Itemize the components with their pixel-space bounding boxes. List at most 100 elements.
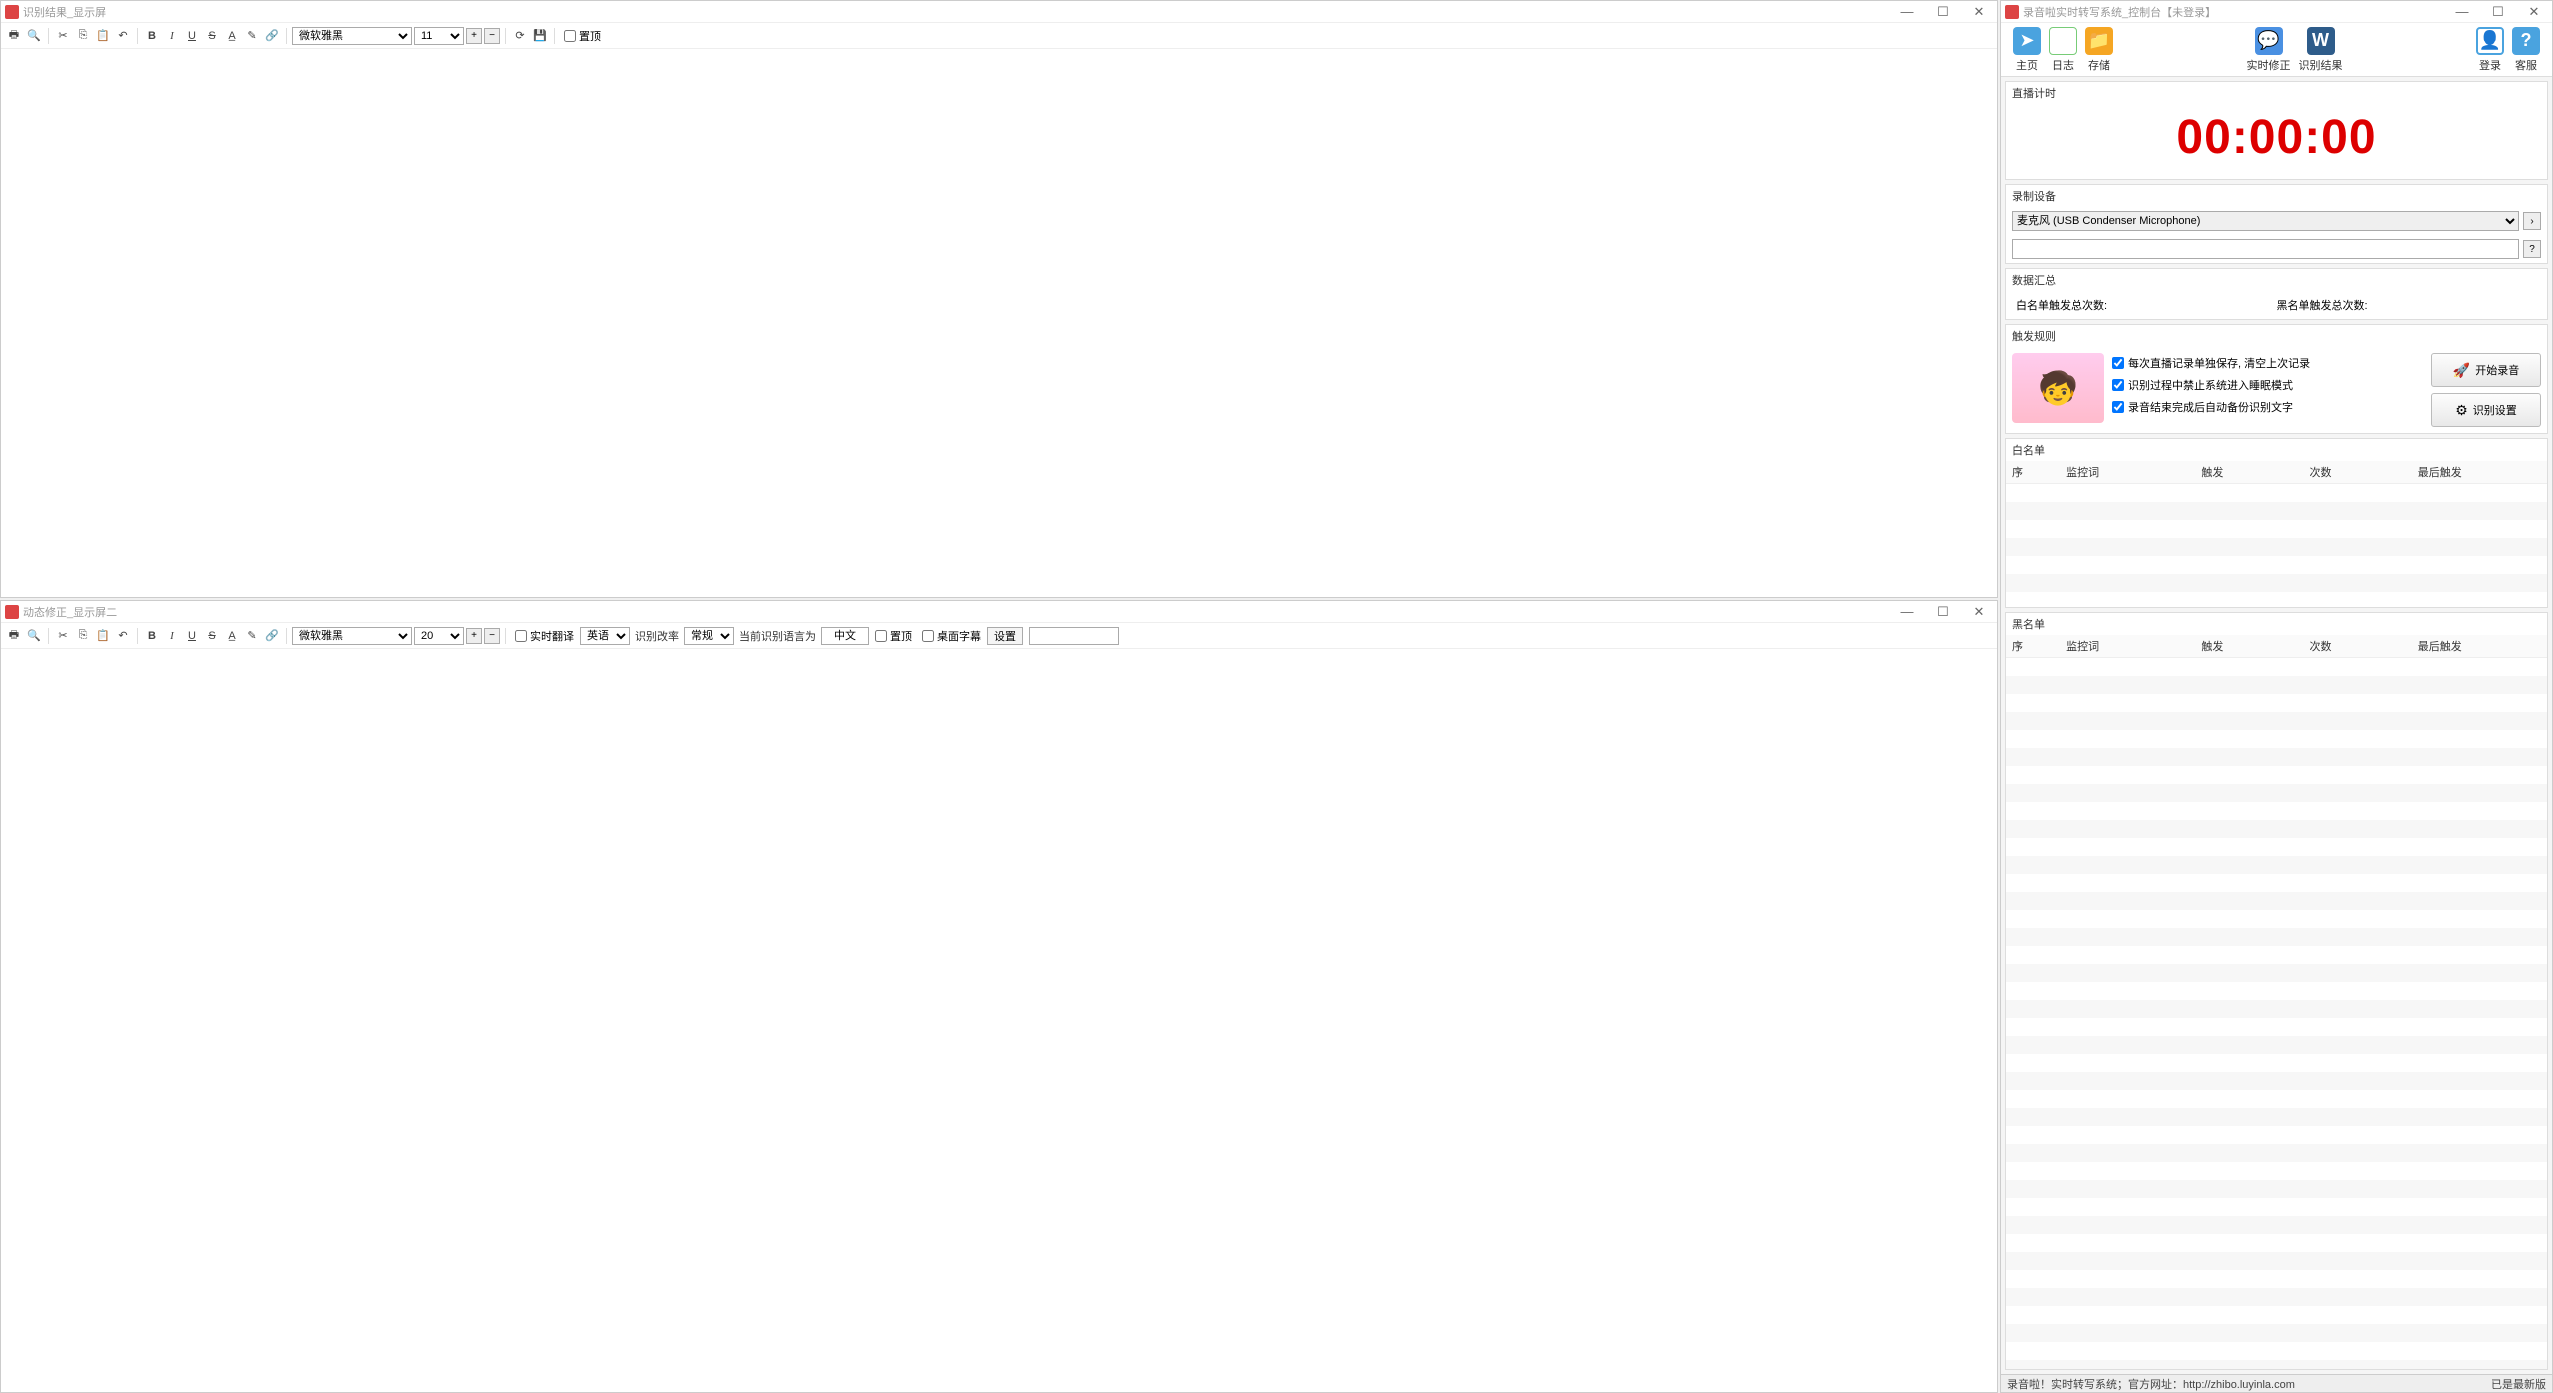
summary-section: 数据汇总 白名单触发总次数: 黑名单触发总次数: [2005, 268, 2548, 320]
maximize-button[interactable]: ☐ [1929, 4, 1957, 20]
whitelist-body[interactable] [2006, 484, 2547, 607]
realtime-label: 实时修正 [2247, 57, 2291, 73]
bold-button[interactable]: B [143, 27, 161, 45]
rule-3-checkbox[interactable]: 录音结束完成后自动备份识别文字 [2112, 399, 2423, 415]
rule-1-label: 每次直播记录单独保存, 清空上次记录 [2128, 355, 2310, 371]
home-button[interactable]: ➤ 主页 [2013, 27, 2041, 73]
always-on-top-checkbox[interactable]: 置顶 [875, 628, 912, 644]
rule-1-checkbox[interactable]: 每次直播记录单独保存, 清空上次记录 [2112, 355, 2423, 371]
print-icon[interactable]: 🖶 [5, 27, 23, 45]
italic-button[interactable]: I [163, 27, 181, 45]
strike-button[interactable]: S [203, 627, 221, 645]
font-decrease-button[interactable]: − [484, 628, 500, 644]
col-seq[interactable]: 序 [2006, 461, 2060, 484]
start-record-button[interactable]: 🚀 开始录音 [2431, 353, 2541, 387]
timer-section-title: 直播计时 [2006, 82, 2547, 104]
font-increase-button[interactable]: + [466, 628, 482, 644]
copy-icon[interactable]: ⎘ [74, 627, 92, 645]
window-display-1: 识别结果_显示屏 — ☐ ✕ 🖶 🔍 ✂ ⎘ 📋 ↶ B I U S A̲ ✎ … [0, 0, 1998, 598]
checkbox-input[interactable] [515, 630, 527, 642]
timer-section: 直播计时 00:00:00 [2005, 81, 2548, 180]
save-button[interactable]: 📁 存储 [2085, 27, 2113, 73]
device-path-input[interactable] [2012, 239, 2519, 259]
whitelist-title: 白名单 [2006, 439, 2547, 461]
link-icon[interactable]: 🔗 [263, 627, 281, 645]
underline-button[interactable]: U [183, 27, 201, 45]
col-count[interactable]: 次数 [2304, 461, 2412, 484]
minimize-button[interactable]: — [1893, 4, 1921, 20]
checkbox-input[interactable] [2112, 401, 2124, 413]
checkbox-input[interactable] [2112, 357, 2124, 369]
cut-icon[interactable]: ✂ [54, 27, 72, 45]
bold-button[interactable]: B [143, 627, 161, 645]
avatar-image: 🧒 [2012, 353, 2104, 423]
result-button[interactable]: W 识别结果 [2299, 27, 2343, 73]
close-button[interactable]: ✕ [1965, 4, 1993, 20]
realtime-translate-checkbox[interactable]: 实时翻译 [515, 628, 574, 644]
checkbox-input[interactable] [922, 630, 934, 642]
help-button[interactable]: ? 客服 [2512, 27, 2540, 73]
separator [505, 628, 506, 644]
maximize-button[interactable]: ☐ [2484, 4, 2512, 20]
rate-select[interactable]: 常规 [684, 627, 734, 645]
font-color-button[interactable]: A̲ [223, 27, 241, 45]
editor-area-1[interactable] [1, 49, 1997, 597]
device-help-button[interactable]: ? [2523, 240, 2541, 258]
paste-icon[interactable]: 📋 [94, 627, 112, 645]
refresh-icon[interactable]: ⟳ [511, 27, 529, 45]
font-color-button[interactable]: A̲ [223, 627, 241, 645]
underline-button[interactable]: U [183, 627, 201, 645]
editor-area-2[interactable] [1, 649, 1997, 1392]
copy-icon[interactable]: ⎘ [74, 27, 92, 45]
rule-2-checkbox[interactable]: 识别过程中禁止系统进入睡眠模式 [2112, 377, 2423, 393]
extra-input[interactable] [1029, 627, 1119, 645]
find-icon[interactable]: 🔍 [25, 627, 43, 645]
font-size-select[interactable]: 20 [414, 627, 464, 645]
minimize-button[interactable]: — [2448, 4, 2476, 20]
col-last[interactable]: 最后触发 [2412, 635, 2547, 658]
find-icon[interactable]: 🔍 [25, 27, 43, 45]
highlight-button[interactable]: ✎ [243, 27, 261, 45]
checkbox-input[interactable] [2112, 379, 2124, 391]
blacklist-body[interactable] [2006, 658, 2547, 1369]
font-decrease-button[interactable]: − [484, 28, 500, 44]
login-button[interactable]: 👤 登录 [2476, 27, 2504, 73]
font-increase-button[interactable]: + [466, 28, 482, 44]
col-count[interactable]: 次数 [2304, 635, 2412, 658]
col-keyword[interactable]: 监控词 [2060, 461, 2195, 484]
device-expand-button[interactable]: › [2523, 212, 2541, 230]
realtime-correct-button[interactable]: 💬 实时修正 [2247, 27, 2291, 73]
always-on-top-checkbox[interactable]: 置顶 [564, 28, 601, 44]
link-icon[interactable]: 🔗 [263, 27, 281, 45]
checkbox-input[interactable] [564, 30, 576, 42]
minimize-button[interactable]: — [1893, 604, 1921, 620]
close-button[interactable]: ✕ [1965, 604, 1993, 620]
save-icon[interactable]: 💾 [531, 27, 549, 45]
col-seq[interactable]: 序 [2006, 635, 2060, 658]
italic-button[interactable]: I [163, 627, 181, 645]
col-last[interactable]: 最后触发 [2412, 461, 2547, 484]
recognition-settings-button[interactable]: ⚙ 识别设置 [2431, 393, 2541, 427]
desktop-subtitle-checkbox[interactable]: 桌面字幕 [922, 628, 981, 644]
highlight-button[interactable]: ✎ [243, 627, 261, 645]
undo-icon[interactable]: ↶ [114, 27, 132, 45]
strike-button[interactable]: S [203, 27, 221, 45]
maximize-button[interactable]: ☐ [1929, 604, 1957, 620]
font-name-select[interactable]: 微软雅黑 [292, 27, 412, 45]
col-trigger[interactable]: 触发 [2195, 461, 2303, 484]
col-keyword[interactable]: 监控词 [2060, 635, 2195, 658]
font-name-select[interactable]: 微软雅黑 [292, 627, 412, 645]
log-button[interactable]: A 日志 [2049, 27, 2077, 73]
translate-lang-select[interactable]: 英语 [580, 627, 630, 645]
undo-icon[interactable]: ↶ [114, 627, 132, 645]
col-trigger[interactable]: 触发 [2195, 635, 2303, 658]
close-button[interactable]: ✕ [2520, 4, 2548, 20]
device-select[interactable]: 麦克风 (USB Condenser Microphone) [2012, 211, 2519, 231]
paste-icon[interactable]: 📋 [94, 27, 112, 45]
settings-button[interactable]: 设置 [987, 627, 1023, 645]
print-icon[interactable]: 🖶 [5, 627, 23, 645]
checkbox-input[interactable] [875, 630, 887, 642]
cut-icon[interactable]: ✂ [54, 627, 72, 645]
result-icon: W [2307, 27, 2335, 55]
font-size-select[interactable]: 11 [414, 27, 464, 45]
